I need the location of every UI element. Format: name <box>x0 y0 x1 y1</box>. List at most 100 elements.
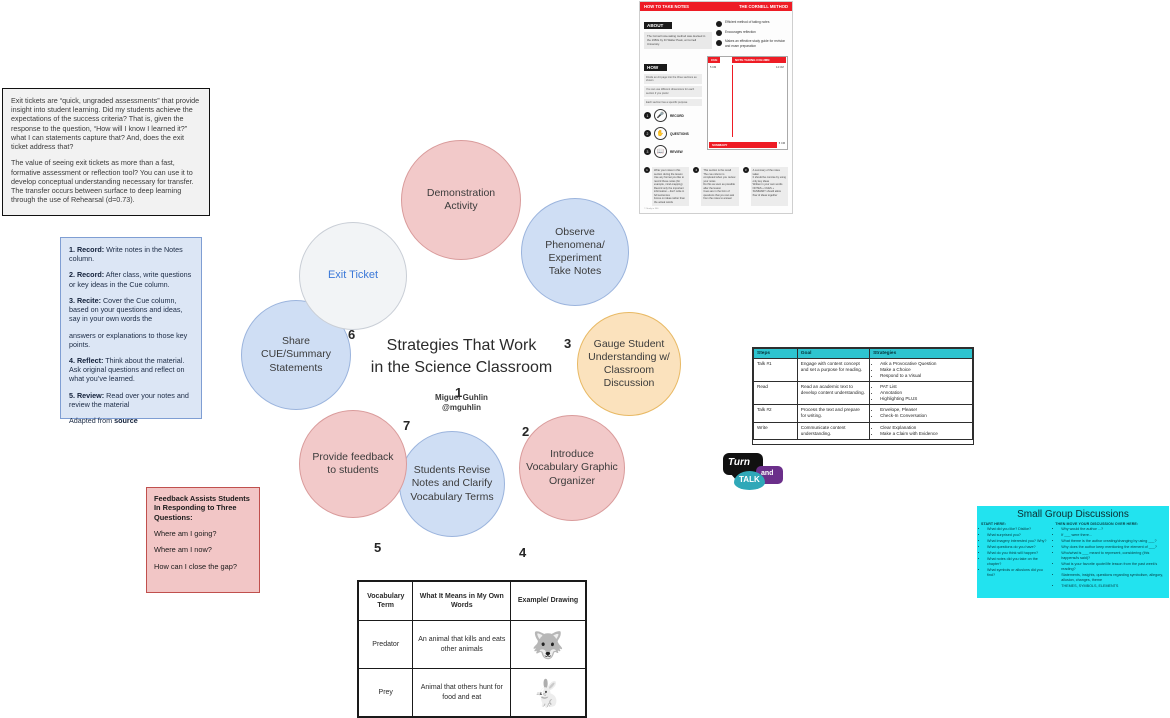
petal-demonstration-activity[interactable]: Demonstration Activity <box>401 140 521 260</box>
cornell-step-3: 3. Recite: Cover the Cue column, based o… <box>69 296 193 324</box>
steps-header-steps: Steps <box>753 348 798 359</box>
vocab-header-meaning: What It Means in My Own Words <box>412 581 512 621</box>
cornell-step-5-label: 5. Review: <box>69 390 105 400</box>
table-row: Talk #2 Process the text and prepare for… <box>753 404 973 423</box>
table-row: Write Communicate content understanding.… <box>753 421 973 440</box>
measurement-cue: 5 CM <box>710 65 717 69</box>
infographic-subtitle: THE CORNELL METHOD <box>738 4 788 9</box>
vocab-meaning-predator: An animal that kills and eats other anim… <box>412 620 512 669</box>
cornell-step-3-label: 3. Recite: <box>69 295 101 305</box>
list-item: What did you like? Dislike? <box>987 527 1051 532</box>
cornell-attribution: Adapted from source <box>69 416 193 425</box>
list-item: What imagery interested you? Why? <box>987 539 1051 544</box>
step-line: Record only the important information – … <box>654 186 685 197</box>
infographic-icon-row: 2 ✋ QUESTIONS <box>644 127 702 141</box>
infographic-about-heading: ABOUT <box>644 22 673 29</box>
hand-glyph: ✋ <box>656 131 665 138</box>
note-taking-column-tag: NOTE TAKING COLUMN <box>732 56 786 63</box>
infographic-bullet-text: Efficient method of taking notes <box>725 20 770 24</box>
petal-4-line-3: Organizer <box>548 474 596 487</box>
step-label-write: Write <box>753 421 798 440</box>
petal-6-line-1: Provide feedback <box>312 450 394 463</box>
step-line: Cues are in the form of questions that y… <box>703 190 735 201</box>
infographic-icon-row: 1 🎤 RECORD <box>644 109 702 123</box>
infographic-top-bar: HOW TO TAKE NOTES THE CORNELL METHOD <box>640 2 792 11</box>
petal-3-line-4: Discussion <box>603 377 655 390</box>
petal-provide-feedback[interactable]: Provide feedback to students <box>299 410 407 518</box>
wolf-icon: 🐺 <box>510 620 586 669</box>
list-item: THEMES, SYMBOLS, ELEMENTS <box>1061 584 1165 589</box>
infographic-step-block: 2 This section is the recall The cue col… <box>693 167 739 207</box>
cornell-step-2-label: 2. Record: <box>69 270 105 280</box>
cornell-steps-note: 1. Record: Write notes in the Notes colu… <box>60 237 202 425</box>
infographic-how-box: You can use different dimensions for eac… <box>644 86 702 98</box>
check-dot-icon <box>716 20 722 27</box>
cornell-step-5: 5. Review: Read over your notes and revi… <box>69 391 193 409</box>
question-hand-icon: ✋ <box>654 127 667 141</box>
petal-introduce-vocabulary[interactable]: Introduce Vocabulary Graphic Organizer <box>519 415 625 521</box>
table-header-row: Vocabulary Term What It Means in My Own … <box>357 581 586 621</box>
list-item: Who/what is ___ meant to represent, cons… <box>1061 551 1165 561</box>
step-goal-write: Communicate content understanding. <box>796 421 871 440</box>
petal-2-line-2: Phenomena/ <box>545 238 605 251</box>
book-review-icon: 📖 <box>654 145 667 159</box>
petal-5-line-2: Notes and Clarify <box>411 477 493 490</box>
small-group-right-heading: THEN MOVE YOUR DISCUSSION OVER HERE: <box>1055 522 1139 526</box>
vocab-header-term: Vocabulary Term <box>357 581 414 621</box>
turn-label: Turn <box>728 457 751 468</box>
step-number-badge: 1 <box>644 112 651 120</box>
step-strategies-read: PAT List Annotation Highlighting PLUS <box>869 381 973 406</box>
step-number-badge: 3 <box>742 167 749 174</box>
petal-students-revise-notes[interactable]: Students Revise Notes and Clarify Vocabu… <box>399 431 505 537</box>
cornell-page-layout-diagram: CUE NOTE TAKING COLUMN 5 CM 14 CM 5 CM S… <box>707 55 788 150</box>
rabbit-glyph: 🐇 <box>531 677 565 708</box>
infographic-step-text: This section is the recall The cue colum… <box>701 167 739 207</box>
step-strategies-write: Clear Explanation Make a Claim with Evid… <box>869 421 973 440</box>
cycle-number-4: 4 <box>519 545 527 560</box>
list-item: Statements, insights, questions regardin… <box>1061 573 1165 583</box>
infographic-icon-row: 3 📖 REVIEW <box>644 145 702 159</box>
cornell-source-link[interactable]: source <box>114 416 138 425</box>
petal-5-line-3: Vocabulary Terms <box>410 490 494 503</box>
list-item: Highlighting PLUS <box>880 396 969 402</box>
petal-2-line-4: Take Notes <box>548 265 602 278</box>
step-label-talk-1: Talk #1 <box>753 357 798 383</box>
check-dot-icon <box>716 39 722 46</box>
check-dot-icon <box>716 30 722 36</box>
cycle-number-2: 2 <box>522 424 530 439</box>
petal-1-line-2: Activity <box>444 200 478 212</box>
steps-goal-strategies-table: Steps Goal Strategies Talk #1 Engage wit… <box>752 347 974 445</box>
cue-column-tag: CUE <box>708 56 721 63</box>
petal-exit-ticket[interactable]: Exit Ticket <box>299 222 407 330</box>
list-item: Check-In Conversation <box>880 413 969 419</box>
list-item: What do you think will happen? <box>987 551 1051 556</box>
petal-observe-phenomena[interactable]: Observe Phenomena/ Experiment Take Notes <box>521 198 629 306</box>
table-row: Predator An animal that kills and eats o… <box>357 620 586 669</box>
infographic-step-block: 3 A summary of the notes taken It should… <box>742 167 788 207</box>
talk-label: TALK <box>739 475 760 484</box>
infographic-bullet: Encourages reflection <box>716 30 788 36</box>
step-number-badge: 1 <box>644 167 650 174</box>
infographic-about-text: The Cornell note-taking method was devis… <box>644 32 712 50</box>
cornell-step-1: 1. Record: Write notes in the Notes colu… <box>69 245 193 263</box>
cue-divider-line <box>732 64 733 137</box>
cornell-step-3-continued: answers or explanations to those key poi… <box>69 330 188 349</box>
cornell-step-4: 4. Reflect: Think about the material. As… <box>69 356 193 384</box>
infographic-step-text: A summary of the notes taken It should b… <box>750 167 788 207</box>
petal-5-line-1: Students Revise <box>413 464 491 477</box>
list-item: Make a Claim with Evidence <box>880 431 969 437</box>
petal-2-line-1: Observe <box>555 225 595 238</box>
vocab-header-example: Example/ Drawing <box>510 581 586 621</box>
step-goal-read: Read an academic text to develop content… <box>796 381 871 406</box>
cornell-attribution-prefix: Adapted from <box>69 416 115 426</box>
table-header-row: Steps Goal Strategies <box>753 348 973 359</box>
strategies-cycle-diagram: Demonstration Activity Observe Phenomena… <box>237 140 687 565</box>
infographic-how-box: Each section has a specific purpose <box>644 99 702 107</box>
cycle-number-7: 7 <box>403 418 411 433</box>
step-goal-talk-1: Engage with content concept and set a pu… <box>796 357 871 383</box>
small-group-right-list: Why would the author ...? If ___ were th… <box>1055 527 1165 589</box>
petal-8-link[interactable]: Exit Ticket <box>328 269 378 283</box>
step-line: NOTES + CUES + SUMMARY should allow flow… <box>752 186 781 197</box>
vocab-term-prey: Prey <box>357 668 414 717</box>
icon-label-record: RECORD <box>670 113 684 118</box>
